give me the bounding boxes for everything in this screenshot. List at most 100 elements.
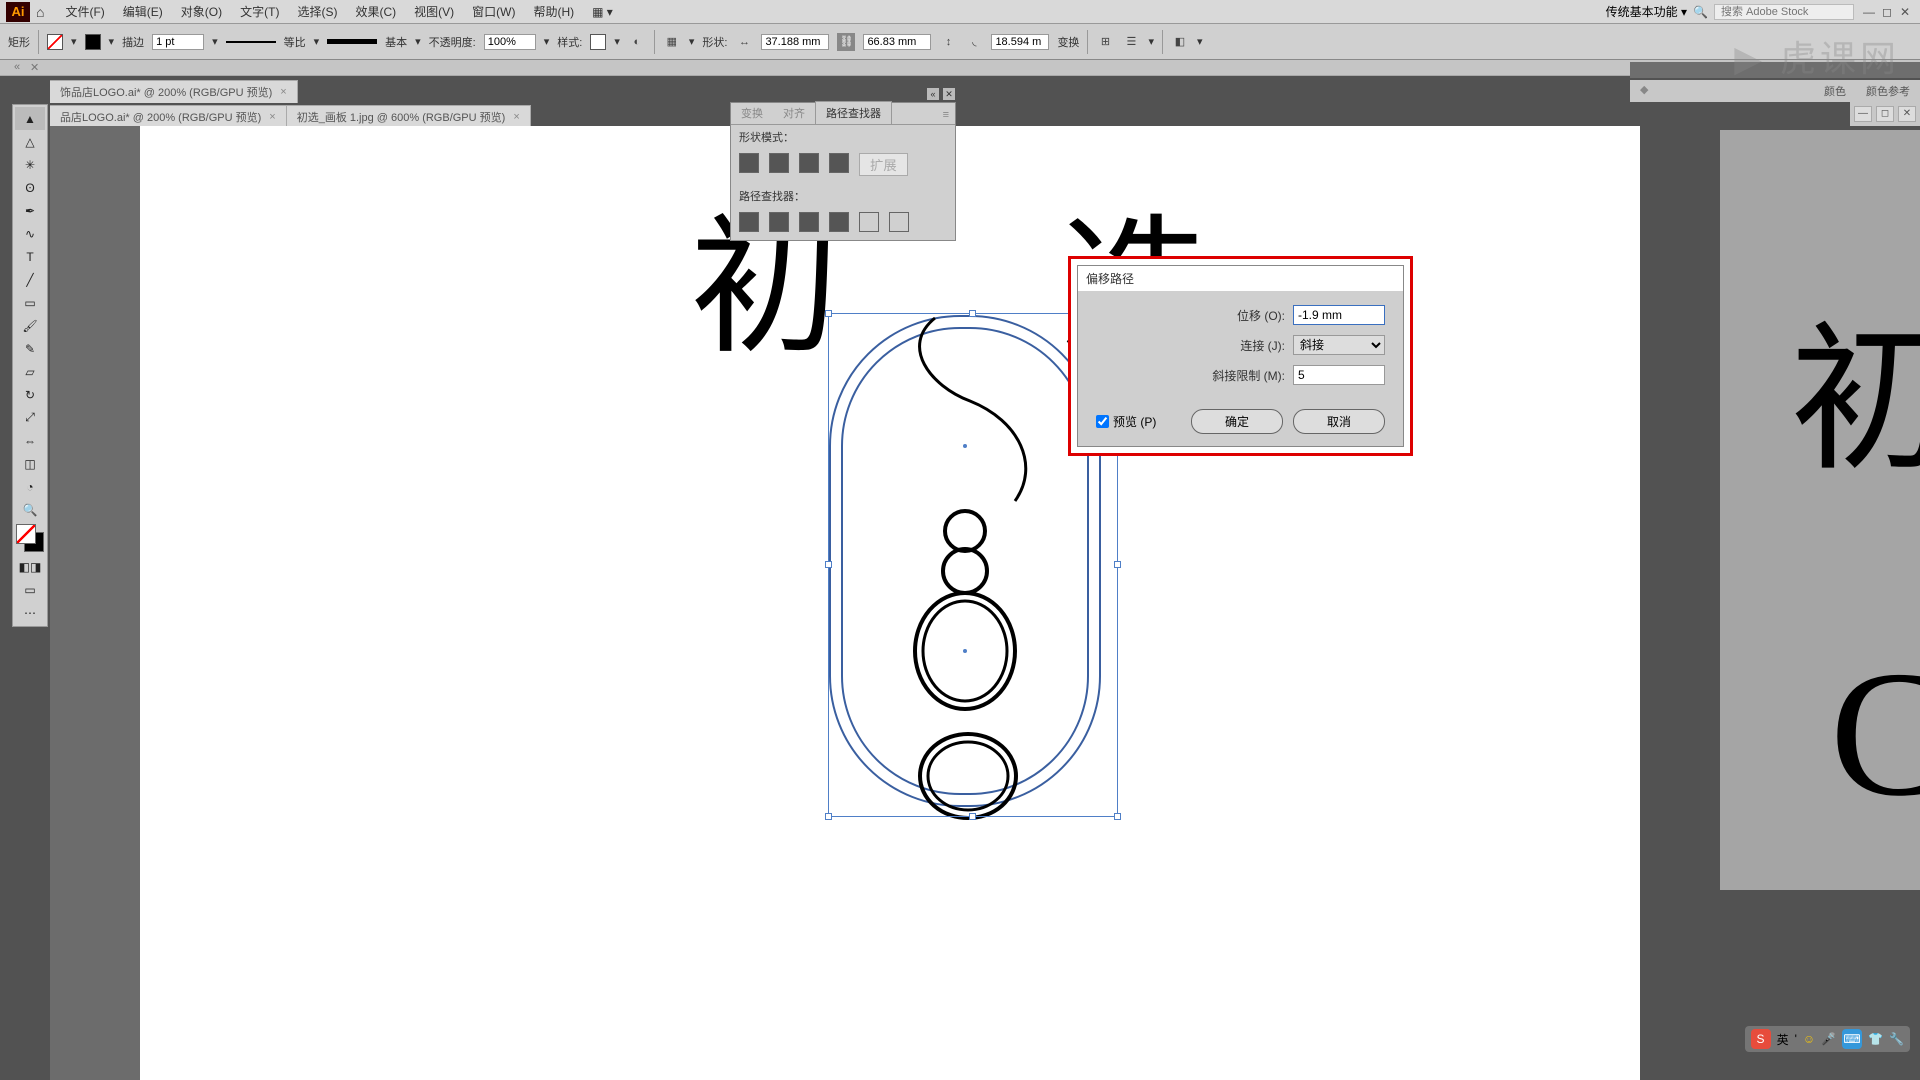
close-tab-icon[interactable]: × (513, 111, 519, 123)
tool-brush[interactable]: 🖌 (15, 314, 45, 337)
tool-type[interactable]: T (15, 245, 45, 268)
fill-stroke-swatch[interactable] (16, 524, 44, 552)
tool-shaper[interactable]: ✎ (15, 337, 45, 360)
isolate-icon[interactable]: ⊞ (1096, 33, 1114, 51)
search-input[interactable] (1714, 4, 1854, 20)
minus-back-icon[interactable] (889, 212, 909, 232)
tool-curvature[interactable]: ∿ (15, 222, 45, 245)
transform-button[interactable]: 变换 (1057, 34, 1079, 50)
ok-button[interactable]: 确定 (1191, 409, 1283, 434)
menu-edit[interactable]: 编辑(E) (114, 3, 172, 20)
panel-collapse-icon[interactable]: « (927, 88, 939, 100)
height-input[interactable] (863, 34, 931, 50)
ime-punct-icon[interactable]: ' (1795, 1032, 1797, 1046)
cancel-button[interactable]: 取消 (1293, 409, 1385, 434)
ime-mic-icon[interactable]: 🎤 (1821, 1032, 1836, 1046)
offset-path-dialog[interactable]: 偏移路径 位移 (O): 连接 (J): 斜接 斜接限制 (M): 预览 (P)… (1077, 265, 1404, 447)
crop-icon[interactable] (829, 212, 849, 232)
expand-button[interactable]: 扩展 (859, 153, 908, 176)
tab-color[interactable]: 颜色 (1814, 80, 1856, 102)
merge-icon[interactable] (799, 212, 819, 232)
tab-color-guide[interactable]: 颜色参考 (1856, 80, 1920, 102)
menu-layout-icon[interactable]: ▦ ▾ (583, 5, 622, 19)
fill-swatch[interactable] (47, 34, 63, 50)
tool-lasso[interactable]: ʘ (15, 176, 45, 199)
tool-selection[interactable]: ▲ (15, 107, 45, 130)
right-panels-minbar[interactable] (1630, 62, 1920, 78)
arrange-icon[interactable]: ☰ (1122, 33, 1140, 51)
tool-edit-toolbar[interactable]: ⋯ (15, 601, 45, 624)
menu-file[interactable]: 文件(F) (56, 3, 113, 20)
menu-object[interactable]: 对象(O) (172, 3, 231, 20)
close-tab-icon[interactable]: × (280, 86, 286, 98)
tool-color-mode[interactable]: ◧◨ (15, 555, 45, 578)
tool-magic-wand[interactable]: ✳ (15, 153, 45, 176)
close-tab-icon[interactable]: × (269, 111, 275, 123)
doc-window-controls[interactable]: —◻✕ (1850, 102, 1920, 126)
panel-close-icon[interactable]: ✕ (943, 88, 955, 100)
tool-pen[interactable]: ✒ (15, 199, 45, 222)
tool-shape-builder[interactable]: ◔ (15, 475, 45, 498)
collapse-icon[interactable]: « (14, 61, 20, 73)
panel-menu-icon[interactable]: ≡ (937, 106, 955, 124)
pathfinder-panel[interactable]: «✕ 变换 对齐 路径查找器 ≡ 形状模式： 扩展 路径查找器： (730, 102, 956, 241)
width-input[interactable] (761, 34, 829, 50)
tool-line[interactable]: ╱ (15, 268, 45, 291)
tool-rectangle[interactable]: ▭ (15, 291, 45, 314)
tool-zoom[interactable]: 🔍 (15, 498, 45, 521)
menu-window[interactable]: 窗口(W) (463, 3, 524, 20)
tool-eraser[interactable]: ▱ (15, 360, 45, 383)
menu-effect[interactable]: 效果(C) (346, 3, 405, 20)
unite-icon[interactable] (739, 153, 759, 173)
tool-direct-select[interactable]: △ (15, 130, 45, 153)
ime-tray[interactable]: S 英 ' ☺ 🎤 ⌨ 👕 🔧 (1745, 1026, 1910, 1052)
home-icon[interactable]: ⌂ (36, 4, 44, 20)
divide-icon[interactable] (739, 212, 759, 232)
exclude-icon[interactable] (829, 153, 849, 173)
recolor-icon[interactable]: ◐ (628, 33, 646, 51)
menu-bar: Ai ⌂ 文件(F) 编辑(E) 对象(O) 文字(T) 选择(S) 效果(C)… (0, 0, 1920, 24)
menu-view[interactable]: 视图(V) (405, 3, 463, 20)
preview-checkbox[interactable]: 预览 (P) (1096, 413, 1156, 430)
miter-input[interactable] (1293, 365, 1385, 385)
ime-face-icon[interactable]: ☺ (1803, 1032, 1815, 1046)
tool-rotate[interactable]: ↻ (15, 383, 45, 406)
doc-tab-3[interactable]: 初选_画板 1.jpg @ 600% (RGB/GPU 预览)× (287, 105, 531, 128)
stroke-swatch[interactable] (85, 34, 101, 50)
style-swatch[interactable] (590, 34, 606, 50)
align-icon[interactable]: ▦ (663, 33, 681, 51)
brush-swatch[interactable] (327, 39, 377, 44)
radius-input[interactable] (991, 34, 1049, 50)
intersect-icon[interactable] (799, 153, 819, 173)
menu-help[interactable]: 帮助(H) (524, 3, 583, 20)
window-controls[interactable]: —◻✕ (1860, 5, 1914, 19)
ime-skin-icon[interactable]: 👕 (1868, 1032, 1883, 1046)
ime-logo-icon[interactable]: S (1751, 1029, 1771, 1049)
close-panel-icon[interactable]: ✕ (30, 61, 39, 74)
menu-type[interactable]: 文字(T) (231, 3, 288, 20)
opacity-input[interactable] (484, 34, 536, 50)
minus-front-icon[interactable] (769, 153, 789, 173)
tool-screen-mode[interactable]: ▭ (15, 578, 45, 601)
workspace-switcher[interactable]: 传统基本功能 ▾ (1606, 3, 1687, 20)
offset-input[interactable] (1293, 305, 1385, 325)
link-wh-icon[interactable]: ⛓ (837, 33, 855, 51)
trim-icon[interactable] (769, 212, 789, 232)
tool-scale[interactable]: ⤢ (15, 406, 45, 429)
joins-select[interactable]: 斜接 (1293, 335, 1385, 355)
select-similar-icon[interactable]: ◧ (1171, 33, 1189, 51)
ime-mode[interactable]: 英 (1777, 1031, 1789, 1048)
ime-keyboard-icon[interactable]: ⌨ (1842, 1029, 1862, 1049)
menu-select[interactable]: 选择(S) (288, 3, 346, 20)
tab-align[interactable]: 对齐 (773, 102, 815, 124)
tool-width[interactable]: ⇔ (15, 429, 45, 452)
profile-swatch[interactable] (226, 41, 276, 43)
ime-toolbox-icon[interactable]: 🔧 (1889, 1032, 1904, 1046)
doc-tab-2[interactable]: 品店LOGO.ai* @ 200% (RGB/GPU 预览)× (50, 105, 287, 128)
stroke-width-input[interactable] (152, 34, 204, 50)
tab-pathfinder[interactable]: 路径查找器 (815, 101, 892, 124)
outline-icon[interactable] (859, 212, 879, 232)
tool-free-transform[interactable]: ◫ (15, 452, 45, 475)
doc-tab-1[interactable]: 饰品店LOGO.ai* @ 200% (RGB/GPU 预览)× (50, 80, 298, 103)
tab-transform[interactable]: 变换 (731, 102, 773, 124)
